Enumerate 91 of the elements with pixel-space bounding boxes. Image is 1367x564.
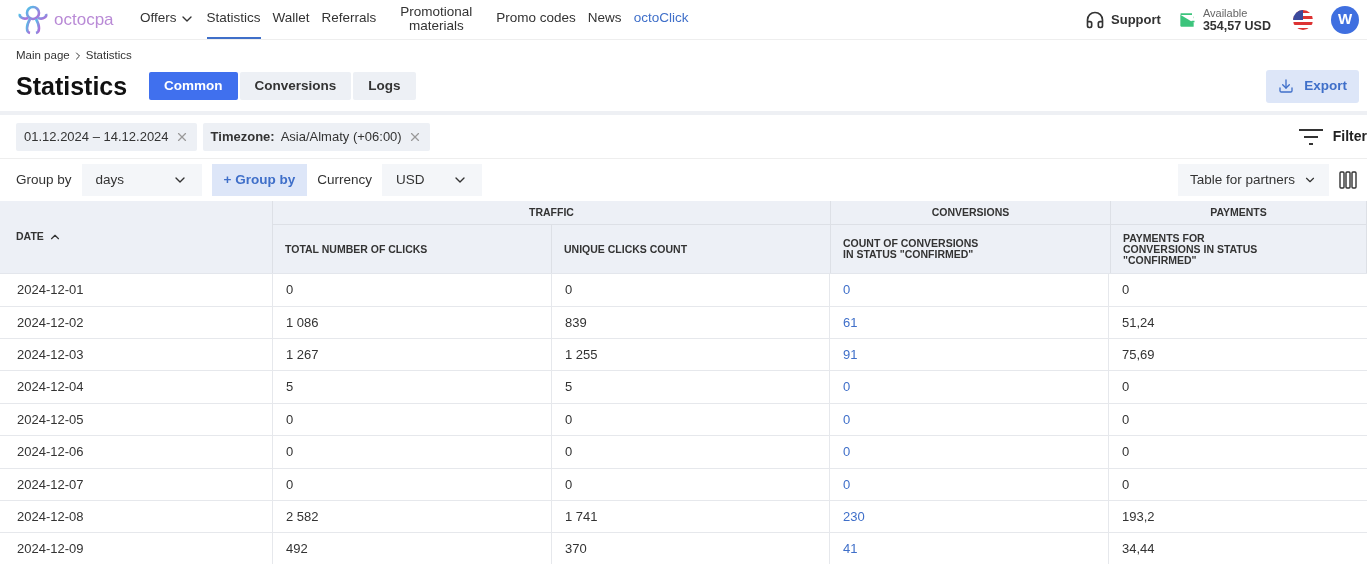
filter-chip[interactable]: Timezone: Asia/Almaty (+06:00): [202, 122, 430, 151]
table-cell: 2024-12-05: [0, 403, 273, 436]
table-cell: 0: [552, 468, 830, 500]
column-header: TOTAL NUMBER OF CLICKS: [273, 225, 552, 274]
page-title: Statistics: [16, 70, 129, 102]
table-cell-text: 0: [1121, 281, 1131, 300]
support-button[interactable]: Support: [1085, 9, 1161, 30]
nav-link[interactable]: Wallet: [272, 0, 310, 39]
group-by-label: Group by: [16, 171, 72, 190]
column-header: PAYMENTS FOR CONVERSIONS IN STATUS "CONFIRMED": [1122, 230, 1259, 268]
table-cell-text: 0: [1121, 475, 1131, 494]
table-cell-text: 0: [1121, 378, 1131, 397]
currency-label: Currency: [317, 171, 372, 190]
table-link[interactable]: 41: [830, 533, 1109, 564]
column-header: COUNT OF CONVERSIONS IN STATUS "CONFIRMED": [842, 236, 980, 263]
table-link[interactable]: 0: [830, 468, 1109, 500]
table-cell: 492: [273, 533, 552, 564]
nav-link[interactable]: News: [587, 0, 622, 39]
table-cell: 5: [273, 371, 552, 403]
tab[interactable]: Logs: [353, 72, 416, 101]
table-cell-text: 193,2: [1121, 507, 1156, 526]
table-cell: 2024-12-04: [0, 371, 273, 403]
table-cell: 0: [552, 403, 830, 436]
column-header[interactable]: DATE: [0, 201, 273, 274]
table-cell: 0: [273, 403, 552, 436]
add-group-by-button[interactable]: + Group by: [211, 164, 308, 197]
export-button[interactable]: Export: [1266, 69, 1359, 103]
table-cell: 5: [552, 371, 830, 403]
table-cell-text: 34,44: [1121, 540, 1156, 559]
table-cell: 2 582: [273, 501, 552, 533]
logo-text: octocpa: [54, 8, 114, 31]
table-cell: 2024-12-01: [0, 274, 273, 306]
table-cell: 0: [273, 468, 552, 500]
nav-link[interactable]: Promo codes: [496, 0, 576, 39]
tab[interactable]: Common: [149, 72, 238, 101]
download-icon: [1278, 78, 1295, 95]
table-link[interactable]: 0: [830, 274, 1109, 306]
table-cell: 2024-12-07: [0, 468, 273, 500]
table-cell-text: 0: [1121, 410, 1131, 429]
columns-icon[interactable]: [1339, 171, 1357, 190]
octopus-logo-icon: [16, 3, 50, 36]
tab[interactable]: Conversions: [239, 72, 352, 101]
table-cell: 370: [552, 533, 830, 564]
nav-link[interactable]: Referrals: [321, 0, 377, 39]
table-cell: 2024-12-06: [0, 436, 273, 468]
column-group-header: TRAFFIC: [273, 201, 830, 226]
balance-label: Available: [1202, 6, 1249, 20]
nav-link[interactable]: Offers: [140, 0, 195, 39]
table-cell: 2024-12-03: [0, 339, 273, 371]
table-cell: 839: [552, 306, 830, 339]
user-avatar[interactable]: W: [1331, 5, 1359, 34]
table-view-select[interactable]: Table for partners: [1177, 164, 1329, 197]
currency-select[interactable]: USD: [381, 164, 482, 197]
table-link[interactable]: 230: [830, 501, 1109, 533]
table-cell: 2024-12-02: [0, 306, 273, 339]
filter-chip[interactable]: 01.12.2024 – 14.12.2024: [16, 122, 197, 151]
table-cell: 0: [552, 436, 830, 468]
group-by-select[interactable]: days: [81, 164, 202, 197]
nav-link[interactable]: octoClick: [633, 0, 689, 39]
filter-icon: [1298, 128, 1323, 145]
table-cell: 2024-12-09: [0, 533, 273, 564]
column-header: UNIQUE CLICKS COUNT: [563, 241, 689, 257]
chip-value: 01.12.2024 – 14.12.2024: [24, 128, 169, 146]
table-link[interactable]: 61: [830, 306, 1109, 339]
table-cell: 0: [552, 274, 830, 306]
breadcrumb-link[interactable]: Statistics: [85, 47, 132, 65]
table-cell-text: 51,24: [1121, 313, 1156, 332]
chip-label: Timezone:: [210, 128, 275, 146]
column-group-header: CONVERSIONS: [831, 201, 1110, 226]
table-link[interactable]: 0: [830, 403, 1109, 436]
filter-button[interactable]: Filter: [1298, 126, 1367, 148]
table-cell: 1 086: [273, 306, 552, 339]
table-cell: 1 741: [552, 501, 830, 533]
table-cell: 0: [273, 436, 552, 468]
breadcrumb-link[interactable]: Main page: [16, 47, 70, 65]
nav-link[interactable]: Promotional materials: [388, 0, 485, 39]
balance-amount: 354,57 USD: [1202, 19, 1271, 33]
chip-value: Asia/Almaty (+06:00): [280, 128, 402, 146]
table-link[interactable]: 0: [830, 436, 1109, 468]
table-link[interactable]: 0: [830, 371, 1109, 403]
nav-link[interactable]: Statistics: [206, 0, 261, 39]
table-cell: 1 267: [273, 339, 552, 371]
column-group-header: PAYMENTS: [1111, 201, 1366, 226]
table-cell: 1 255: [552, 339, 830, 371]
table-cell-text: 0: [1121, 443, 1131, 462]
table-cell-text: 75,69: [1121, 345, 1156, 364]
table-link[interactable]: 91: [830, 339, 1109, 371]
table-cell: 0: [273, 274, 552, 306]
flag-icon[interactable]: [1293, 9, 1313, 30]
headset-icon: [1085, 9, 1106, 30]
table-cell: 2024-12-08: [0, 501, 273, 533]
